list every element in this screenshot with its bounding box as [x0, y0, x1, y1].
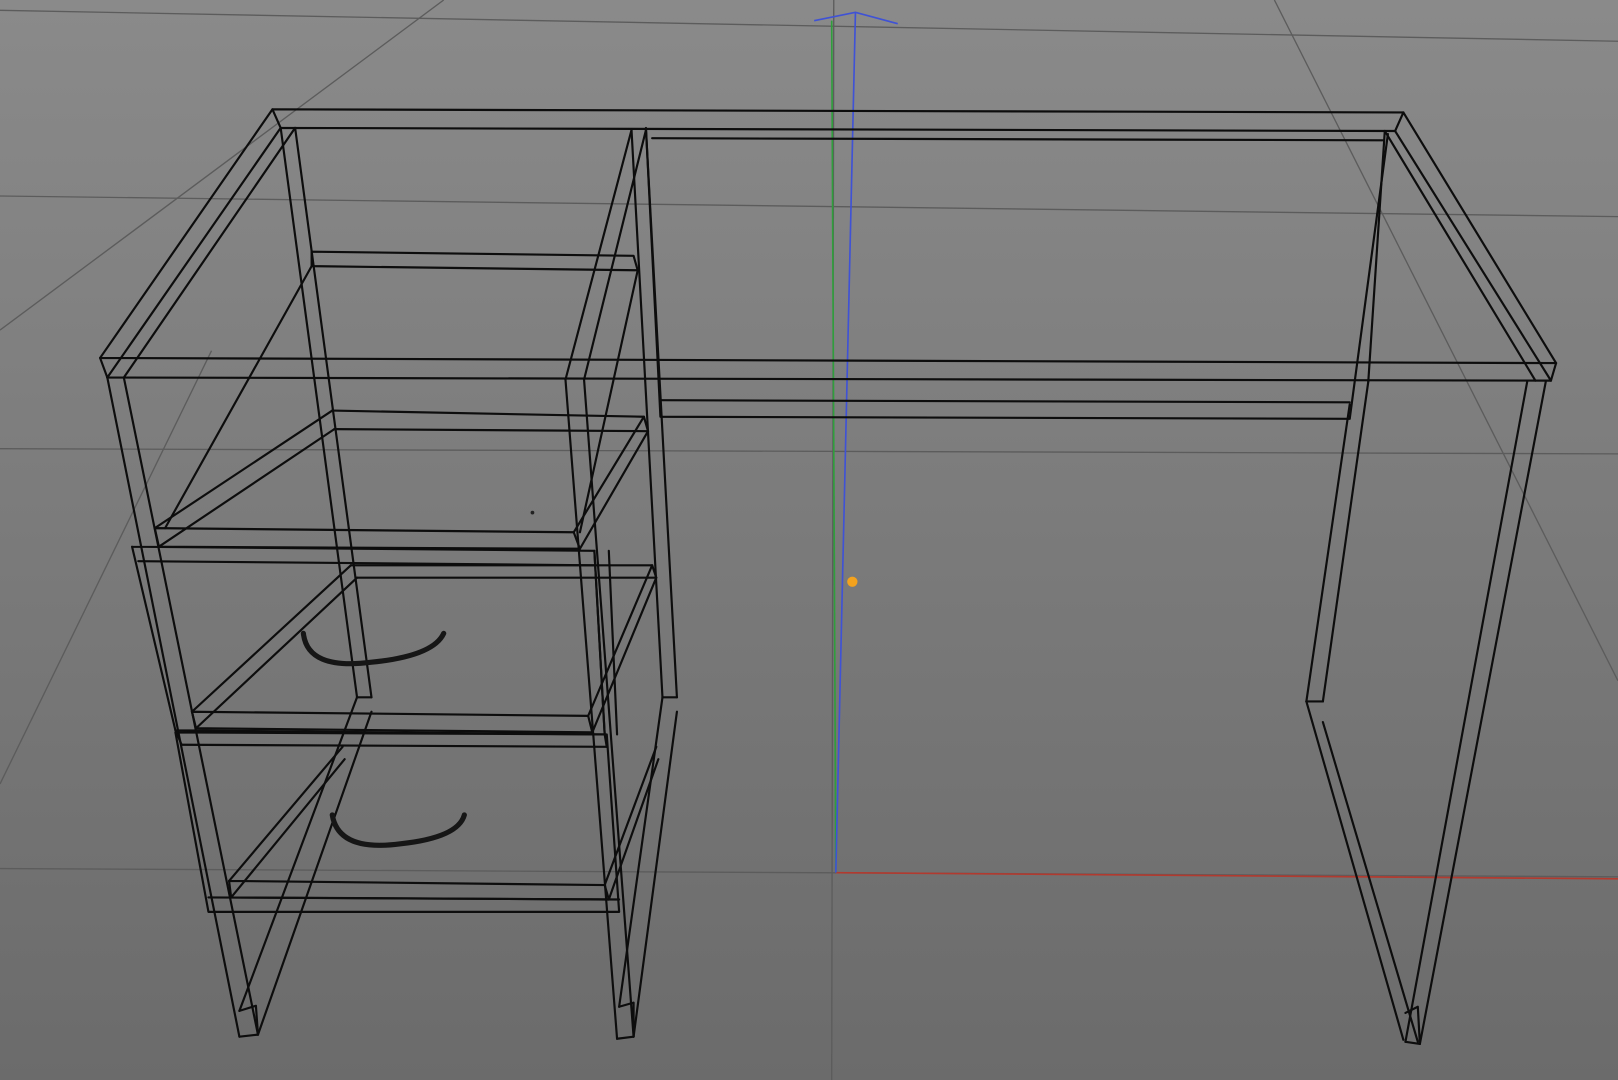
bottom-drawer[interactable]	[174, 731, 660, 913]
top-drawer[interactable]	[130, 409, 658, 748]
drawer-handle-bottom[interactable]	[329, 812, 467, 848]
right-leg-frame[interactable]	[1305, 129, 1547, 1045]
floor-grid	[0, 0, 1618, 1080]
pivot-point-icon[interactable]	[847, 576, 858, 587]
scene-canvas[interactable]	[0, 0, 1618, 1080]
desk-wireframe[interactable]	[99, 108, 1558, 1045]
3d-viewport[interactable]	[0, 0, 1618, 1080]
z-axis-line	[835, 12, 857, 873]
small-vertex-dot	[530, 510, 535, 515]
modesty-panel	[644, 126, 1389, 420]
axis-gizmo-icon	[813, 11, 1618, 880]
tabletop[interactable]	[99, 108, 1558, 382]
drawer-cabinet[interactable]	[106, 126, 679, 1040]
drawer-handle-top[interactable]	[300, 630, 447, 667]
